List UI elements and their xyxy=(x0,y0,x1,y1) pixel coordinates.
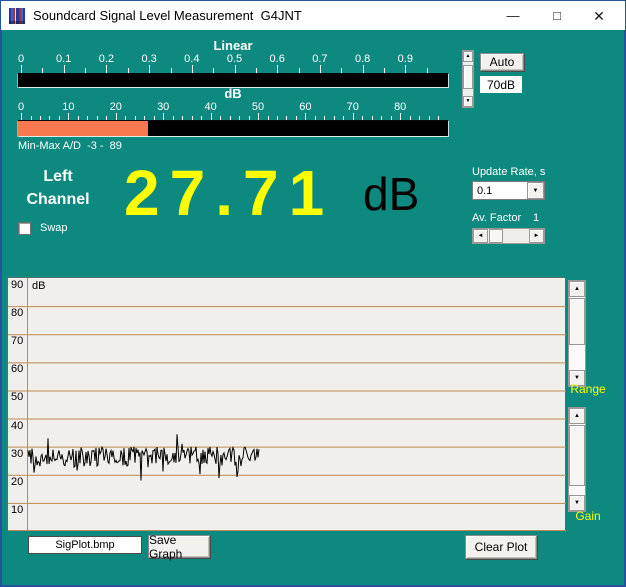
scale-tick-label: 0.5 xyxy=(227,53,242,65)
gain-label: Gain xyxy=(561,509,615,523)
scrollbar-thumb[interactable] xyxy=(489,229,503,243)
window-title: Soundcard Signal Level Measurement G4JNT xyxy=(33,8,302,23)
scroll-up-icon[interactable]: ▲ xyxy=(569,408,585,424)
range-scrollbar[interactable]: ▲ ▼ xyxy=(568,280,586,387)
level-readout-unit: dB xyxy=(363,171,419,217)
plot-y-axis-unit: dB xyxy=(32,280,45,292)
minimize-button[interactable]: — xyxy=(491,1,535,30)
scale-tick-major xyxy=(149,65,150,73)
plot-y-tick-label: 60 xyxy=(11,363,23,375)
scale-tick-label: 0.4 xyxy=(184,53,199,65)
close-button[interactable]: ✕ xyxy=(577,1,621,30)
app-window: Soundcard Signal Level Measurement G4JNT… xyxy=(0,0,626,587)
scale-tick-major xyxy=(106,65,107,73)
chevron-down-icon[interactable]: ▼ xyxy=(527,182,544,199)
maximize-icon: □ xyxy=(553,9,561,22)
av-factor-label: Av. Factor xyxy=(472,212,521,224)
scrollbar-thumb[interactable] xyxy=(463,65,473,89)
maximize-button[interactable]: □ xyxy=(535,1,579,30)
scale-tick-label: 10 xyxy=(62,101,74,113)
scale-tick-label: 40 xyxy=(204,101,216,113)
plot-y-tick-label: 20 xyxy=(11,476,23,488)
minimize-icon: — xyxy=(507,9,520,22)
plot-y-tick-label: 10 xyxy=(11,504,23,516)
plot-y-tick-label: 30 xyxy=(11,448,23,460)
signal-plot: 90 80 70 60 50 40 30 20 10 dB xyxy=(7,277,565,530)
scale-tick-major xyxy=(235,65,236,73)
range-scrollbar-thumb[interactable] xyxy=(569,298,585,345)
update-rate-select[interactable]: 0.1 ▼ xyxy=(472,181,545,200)
channel-label-top: Left xyxy=(6,165,110,188)
channel-label: Left Channel xyxy=(6,165,110,211)
scale-tick-label: 20 xyxy=(110,101,122,113)
signal-level-trace xyxy=(28,434,259,480)
scale-tick-label: 0.3 xyxy=(141,53,156,65)
scale-tick-label: 0.8 xyxy=(355,53,370,65)
channel-label-bottom: Channel xyxy=(6,188,110,211)
gain-scrollbar[interactable]: ▲ ▼ xyxy=(568,407,586,512)
scale-tick-major xyxy=(192,65,193,73)
scale-tick-label: 30 xyxy=(157,101,169,113)
close-icon: ✕ xyxy=(593,9,605,23)
plot-y-tick-label: 70 xyxy=(11,335,23,347)
swap-checkbox-label: Swap xyxy=(40,222,68,234)
minmax-ad-label: Min-Max A/D -3 - 89 xyxy=(18,140,122,152)
scale-tick-major xyxy=(64,65,65,73)
70db-scale-label[interactable]: 70dB xyxy=(480,76,522,93)
clear-plot-button[interactable]: Clear Plot xyxy=(465,535,537,559)
scale-tick-label: 80 xyxy=(394,101,406,113)
scale-tick-label: 70 xyxy=(347,101,359,113)
swap-checkbox[interactable] xyxy=(18,222,31,235)
plot-y-tick-label: 40 xyxy=(11,420,23,432)
update-rate-value: 0.1 xyxy=(477,185,492,197)
plot-y-tick-label: 80 xyxy=(11,307,23,319)
filename-input[interactable]: SigPlot.bmp xyxy=(28,536,142,554)
scroll-up-icon[interactable]: ▲ xyxy=(569,281,585,297)
av-factor-scrollbar[interactable]: ◄ ► xyxy=(472,228,545,244)
meter-scale-scrollbar[interactable]: ▲ ▼ xyxy=(462,50,474,108)
scale-tick-label: 60 xyxy=(299,101,311,113)
scale-tick-label: 0.6 xyxy=(270,53,285,65)
db-scale-title: dB xyxy=(18,86,448,101)
av-factor-value: 1 xyxy=(533,212,539,224)
save-graph-button[interactable]: Save Graph xyxy=(148,535,210,558)
scroll-left-icon[interactable]: ◄ xyxy=(473,229,488,243)
linear-scale-title: Linear xyxy=(18,38,448,53)
scale-tick-label: 0.1 xyxy=(56,53,71,65)
scroll-down-icon[interactable]: ▼ xyxy=(463,96,473,107)
scale-tick-major xyxy=(405,65,406,73)
scale-tick-label: 50 xyxy=(252,101,264,113)
plot-y-tick-label: 50 xyxy=(11,391,23,403)
scale-tick-major xyxy=(277,65,278,73)
plot-y-tick-label: 90 xyxy=(11,279,23,291)
scale-tick-label: 0.2 xyxy=(99,53,114,65)
signal-plot-canvas xyxy=(8,278,566,531)
scroll-up-icon[interactable]: ▲ xyxy=(463,51,473,62)
auto-button[interactable]: Auto xyxy=(480,53,524,71)
linear-level-bar xyxy=(18,73,448,87)
level-readout-value: 27.71 xyxy=(124,161,334,225)
scale-tick-label: 0.9 xyxy=(398,53,413,65)
app-icon xyxy=(9,8,25,24)
scale-tick-label: 0 xyxy=(18,101,24,113)
titlebar: Soundcard Signal Level Measurement G4JNT… xyxy=(1,1,625,30)
range-label: Range xyxy=(561,382,615,396)
scale-tick-major xyxy=(363,65,364,73)
update-rate-label: Update Rate, s xyxy=(472,166,545,178)
scale-tick-major xyxy=(21,65,22,73)
scale-tick-label: 0 xyxy=(18,53,24,65)
gain-scrollbar-thumb[interactable] xyxy=(569,425,585,486)
db-level-fill xyxy=(18,121,148,136)
scale-tick-major xyxy=(320,65,321,73)
db-level-bar xyxy=(18,120,448,136)
scroll-right-icon[interactable]: ► xyxy=(529,229,544,243)
scale-tick-label: 0.7 xyxy=(312,53,327,65)
